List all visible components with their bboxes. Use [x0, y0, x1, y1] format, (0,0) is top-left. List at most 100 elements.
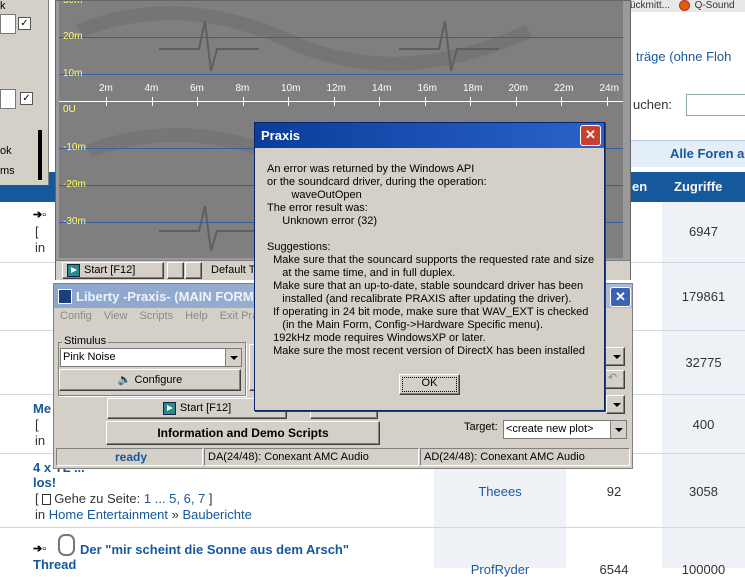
replies-count: 92: [606, 484, 622, 499]
plot-dropdown[interactable]: [606, 395, 625, 414]
grid-line: [59, 37, 623, 38]
forum-search-input[interactable]: [686, 94, 745, 116]
subcategory-link[interactable]: Bauberichte: [182, 507, 251, 522]
thread-title-line2[interactable]: Thread: [33, 557, 76, 572]
message-line: installed (and recalibrate PRAXIS after …: [267, 293, 572, 305]
info-demo-button[interactable]: Information and Demo Scripts: [106, 421, 380, 445]
radio-icon[interactable]: [678, 0, 690, 11]
main-start-label: Start [F12]: [179, 402, 232, 414]
bracket-close: ]: [208, 491, 213, 506]
breadcrumb-sep: »: [171, 507, 179, 522]
target-label: Target:: [464, 421, 498, 433]
message-line: The error result was:: [267, 202, 368, 214]
row-in: in: [35, 433, 46, 448]
y-label: 10m: [63, 68, 83, 79]
main-form-title: Liberty -Praxis- (MAIN FORM): [76, 289, 259, 304]
speaker-icon: 🔈: [117, 374, 132, 386]
left-checkbox-2[interactable]: ✓: [20, 92, 33, 105]
target-select[interactable]: <create new plot>: [503, 420, 627, 439]
menu-view[interactable]: View: [104, 310, 128, 322]
left-checkbox-1[interactable]: ✓: [18, 17, 31, 30]
left-label-k: k: [0, 0, 6, 12]
message-line: An error was returned by the Windows API: [267, 163, 475, 175]
x-label: 10m: [281, 83, 301, 94]
left-options-panel: k ✓ ✓ ok ms: [0, 0, 49, 185]
thread-location: in Home Entertainment » Bauberichte: [35, 507, 252, 522]
x-label: 6m: [190, 83, 204, 94]
x-label: 24m: [599, 83, 619, 94]
message-line: 192kHz mode requires WindowsXP or later.: [267, 332, 486, 344]
views-count: 32775: [685, 355, 722, 370]
x-tick: [561, 97, 562, 106]
x-tick: [333, 97, 335, 106]
scope-tool-icon-1[interactable]: [167, 262, 184, 279]
dialog-titlebar[interactable]: Praxis ✕: [255, 123, 604, 148]
views-count: 100000: [681, 562, 726, 577]
message-line: (in the Main Form, Config->Hardware Spec…: [267, 319, 544, 331]
message-line: or the soundcard driver, during the oper…: [267, 176, 487, 188]
y-label: -30m: [63, 216, 86, 227]
chevron-down-icon: [609, 396, 624, 413]
x-axis: [59, 101, 623, 102]
thread-title[interactable]: Der "mir scheint die Sonne aus dem Arsch…: [80, 542, 349, 557]
menu-help[interactable]: Help: [185, 310, 208, 322]
x-tick: [470, 97, 471, 106]
x-label: 18m: [463, 83, 483, 94]
configure-label: Configure: [134, 374, 183, 386]
browser-toolbar: ückmitt... Q-Sound: [630, 0, 745, 12]
ok-button[interactable]: OK: [399, 374, 460, 395]
chevron-down-icon[interactable]: [225, 349, 241, 366]
chevron-down-icon[interactable]: [610, 421, 626, 438]
message-line: Make sure that an up-to-date, stable sou…: [267, 280, 584, 292]
replies-count: 6544: [599, 562, 629, 577]
pages-links[interactable]: 1 ... 5, 6, 7: [144, 491, 205, 506]
author-link[interactable]: ProfRyder: [434, 562, 566, 577]
configure-button[interactable]: 🔈 Configure: [59, 369, 241, 391]
row-bracket: [: [35, 417, 39, 432]
row-bracket: [: [35, 224, 39, 239]
menu-config[interactable]: Config: [60, 310, 92, 322]
stimulus-value: Pink Noise: [63, 351, 116, 363]
left-label-ms: ms: [0, 165, 15, 177]
x-label: 16m: [417, 83, 437, 94]
stimulus-label: Stimulus: [62, 335, 109, 347]
row-in: in: [35, 240, 46, 255]
alle-foren-link[interactable]: Alle Foren a: [670, 146, 744, 161]
grid-line: [59, 74, 623, 75]
dialog-close-icon[interactable]: ✕: [580, 125, 601, 146]
scope-start-label: Start [F12]: [84, 264, 136, 276]
views-count: 179861: [681, 289, 726, 304]
x-label: 2m: [99, 83, 113, 94]
scope-start-button[interactable]: Start [F12]: [62, 262, 164, 279]
scope-tool-icon-2[interactable]: [185, 262, 202, 279]
x-tick: [197, 97, 198, 106]
main-form-close-icon[interactable]: ✕: [610, 287, 631, 307]
col-antworten[interactable]: en: [632, 179, 647, 194]
paperclip-icon: [58, 534, 75, 556]
status-ad: AD(24/48): Conexant AMC Audio: [420, 448, 630, 466]
thread-title-line2[interactable]: los!: [33, 475, 56, 490]
category-link[interactable]: Home Entertainment: [49, 507, 168, 522]
left-meter-bar: [38, 130, 42, 180]
x-label: 20m: [508, 83, 528, 94]
author-link[interactable]: Theees: [434, 484, 566, 499]
in-label: in: [35, 507, 46, 522]
left-input-2[interactable]: [0, 89, 16, 109]
status-da: DA(24/48): Conexant AMC Audio: [204, 448, 419, 466]
left-input-1[interactable]: [0, 14, 16, 34]
default-label: Default T: [211, 264, 256, 276]
x-label: 22m: [554, 83, 574, 94]
chevron-down-icon: [609, 348, 624, 365]
stimulus-select[interactable]: Pink Noise: [60, 348, 242, 367]
table-row: ➔▫ Der "mir scheint die Sonne aus dem Ar…: [0, 528, 745, 577]
bracket-open: [: [35, 491, 43, 506]
menu-scripts[interactable]: Scripts: [139, 310, 173, 322]
col-zugriffe[interactable]: Zugriffe: [674, 179, 722, 194]
y-label: 0U: [63, 104, 76, 115]
target-value: <create new plot>: [506, 423, 594, 435]
views-count: 3058: [689, 484, 718, 499]
suchen-label: uchen:: [633, 97, 673, 112]
x-tick: [242, 97, 244, 106]
document-icon: [42, 494, 52, 506]
thread-title[interactable]: Me: [33, 401, 51, 416]
